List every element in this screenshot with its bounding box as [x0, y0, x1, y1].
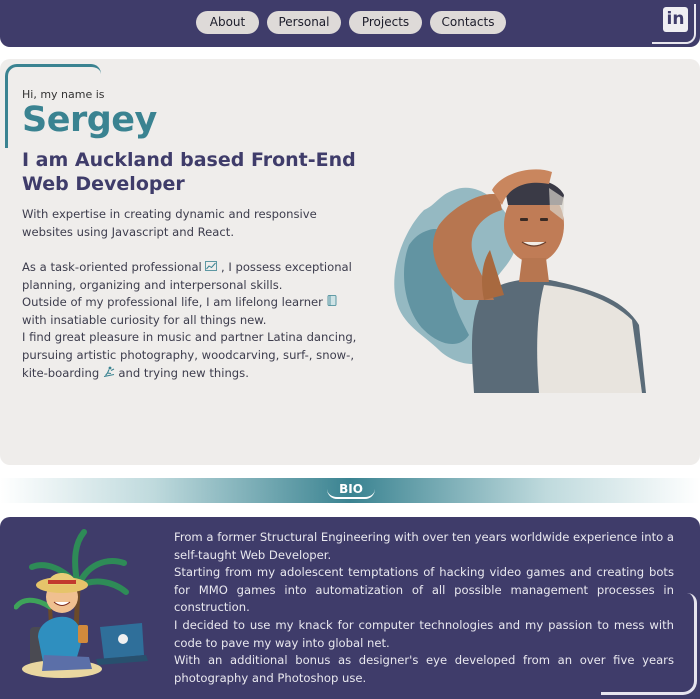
book-icon: [327, 295, 337, 309]
nav-contacts-button[interactable]: Contacts: [430, 11, 506, 34]
bio-paragraph: From a former Structural Engineering wit…: [174, 530, 674, 562]
hero-about-text: As a task-oriented professional , I poss…: [22, 259, 362, 382]
top-navbar: About Personal Projects Contacts in: [0, 0, 700, 47]
hero-headline: I am Auckland based Front-End Web Develo…: [22, 149, 356, 195]
hero-intro: With expertise in creating dynamic and r…: [22, 207, 317, 239]
chart-icon: [205, 261, 221, 274]
about-paragraph: Outside of my professional life, I am li…: [22, 294, 362, 329]
about-paragraph: I find great pleasure in music and partn…: [22, 329, 362, 382]
nav-projects-button[interactable]: Projects: [349, 11, 422, 34]
bio-paragraph: Starting from my adolescent temptations …: [174, 565, 674, 615]
about-text-fragment: with insatiable curiosity for all things…: [22, 312, 267, 327]
profile-photo: [394, 169, 646, 393]
bio-heading: BIO: [327, 481, 375, 499]
linkedin-icon[interactable]: in: [663, 7, 688, 32]
bio-paragraph: I decided to use my knack for computer t…: [174, 617, 674, 650]
nav-about-button[interactable]: About: [196, 11, 259, 34]
about-text-fragment: and trying new things.: [118, 365, 249, 380]
bio-cartoon-illustration: [14, 529, 148, 678]
nav-personal-button[interactable]: Personal: [267, 11, 341, 34]
bio-text: From a former Structural Engineering wit…: [174, 529, 674, 687]
nav-links: About Personal Projects Contacts: [196, 11, 506, 34]
hero-name: Sergey: [22, 100, 157, 140]
linkedin-link[interactable]: in: [652, 4, 696, 44]
kite-surfer-icon: [103, 366, 119, 380]
about-text-fragment: Outside of my professional life, I am li…: [22, 295, 323, 310]
about-paragraph: As a task-oriented professional , I poss…: [22, 259, 362, 294]
bio-paragraph: With an additional bonus as designer's e…: [174, 653, 674, 685]
about-text-fragment: As a task-oriented professional: [22, 260, 202, 274]
